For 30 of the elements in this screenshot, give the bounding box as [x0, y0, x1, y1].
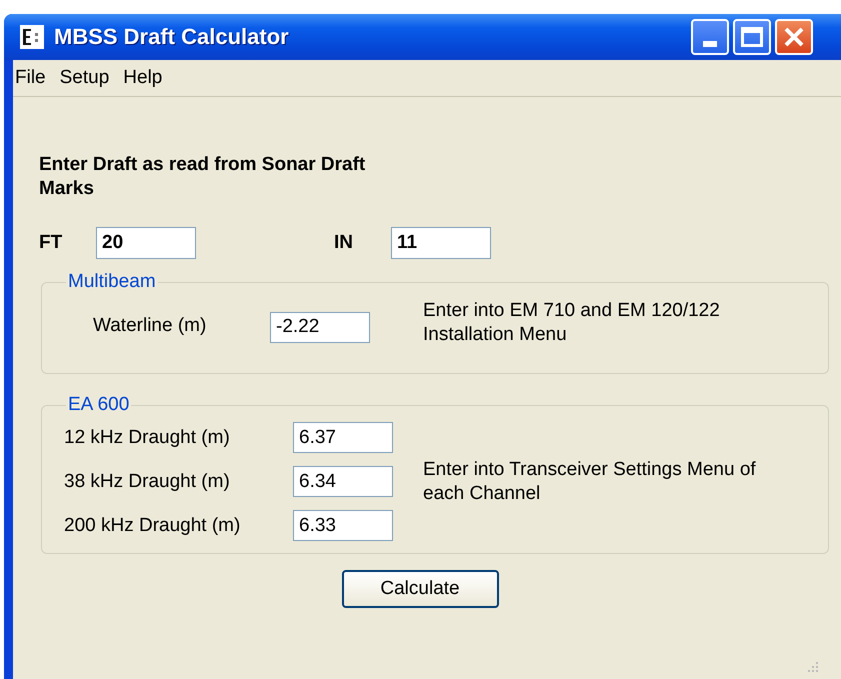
input-field[interactable]: 6.34: [293, 466, 393, 497]
maximize-button[interactable]: [733, 19, 771, 55]
menu-item[interactable]: Help: [123, 67, 162, 89]
input-field[interactable]: -2.22: [270, 312, 370, 342]
note-text: Enter into EM 710 and EM 120/122 Installation Menu: [423, 299, 721, 347]
resize-grip-icon[interactable]: [807, 661, 819, 673]
instruction-text: Enter Draft as read from Sonar Draft Marks: [39, 153, 366, 201]
menu-item[interactable]: File: [15, 67, 46, 89]
input-field[interactable]: 20: [96, 227, 196, 259]
field-label: Waterline (m): [92, 315, 208, 337]
field-label: FT: [39, 232, 64, 254]
field-label: IN: [334, 232, 354, 254]
input-field[interactable]: 6.33: [293, 510, 393, 541]
field-label: 12 kHz Draught (m): [64, 426, 231, 448]
window-title: MBSS Draft Calculator: [54, 24, 290, 50]
menu-item[interactable]: Setup: [60, 67, 110, 89]
close-button[interactable]: [775, 19, 813, 55]
group-title: EA 600: [67, 394, 130, 416]
field-label: 200 kHz Draught (m): [64, 514, 242, 536]
app-icon: [20, 25, 44, 49]
input-field[interactable]: 6.37: [293, 422, 393, 453]
group-title: Multibeam: [67, 271, 157, 293]
maximize-icon: [741, 27, 763, 47]
calculate-button[interactable]: Calculate: [342, 570, 498, 608]
field-label: 38 kHz Draught (m): [64, 470, 231, 492]
input-field[interactable]: 11: [391, 227, 491, 259]
minimize-icon: [703, 41, 717, 47]
minimize-button[interactable]: [691, 19, 729, 55]
note-text: Enter into Transceiver Settings Menu of each Channel: [423, 458, 757, 506]
close-icon: [783, 26, 805, 48]
